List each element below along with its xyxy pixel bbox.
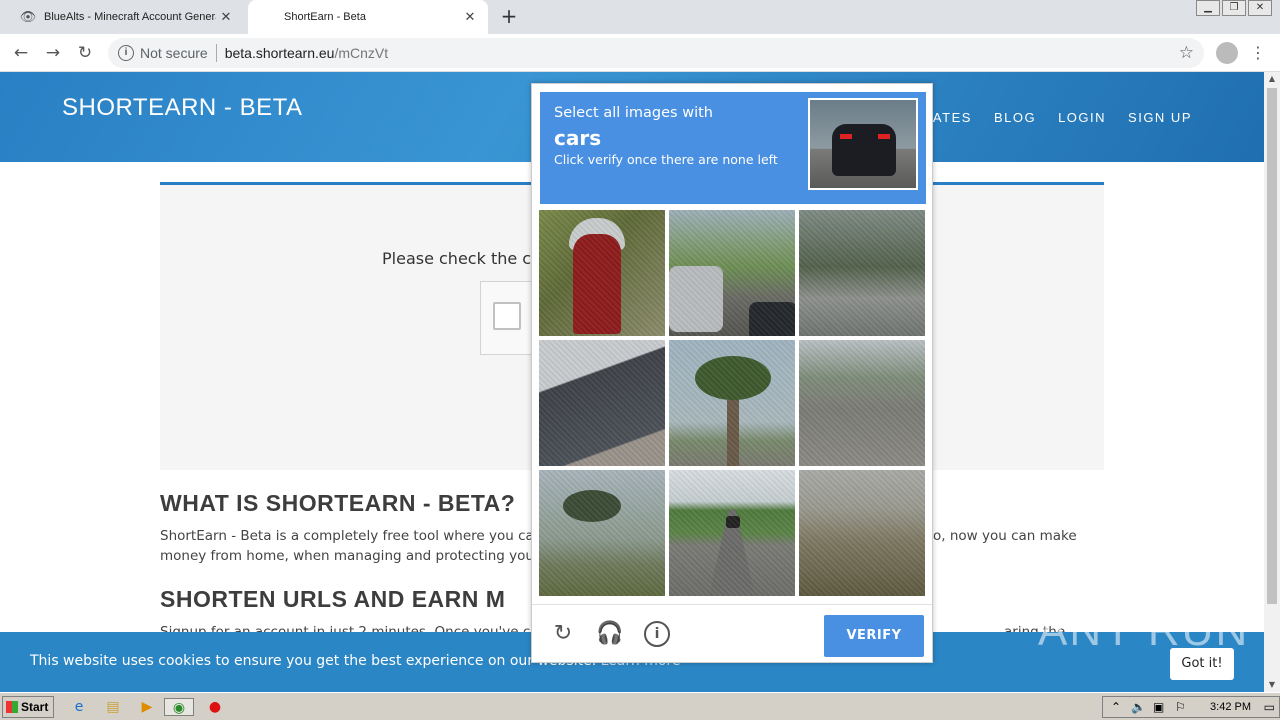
site-brand[interactable]: SHORTEARN - BETA [62, 94, 302, 122]
cookie-text: This website uses cookies to ensure you … [30, 653, 597, 669]
tab-title: BlueAlts - Minecraft Account Generat [44, 11, 216, 23]
sample-car-image [808, 98, 918, 190]
scroll-thumb[interactable] [1267, 88, 1277, 604]
media-player-icon[interactable]: ▶ [138, 698, 156, 716]
info-icon[interactable]: i [118, 45, 134, 61]
image-grid [539, 210, 927, 598]
recaptcha-widget [480, 281, 536, 355]
challenge-target: cars [554, 126, 602, 150]
tab-shortearn[interactable]: ShortEarn - Beta ✕ [248, 0, 488, 34]
volume-icon[interactable]: 🔈 [1131, 697, 1146, 717]
new-tab-button[interactable]: + [498, 5, 520, 27]
scroll-up-icon[interactable]: ▲ [1264, 72, 1280, 86]
tab-bluealts[interactable]: 👁 BlueAlts - Minecraft Account Generat ✕ [8, 0, 244, 34]
challenge-footer: ↻ 🎧 i VERIFY [532, 604, 932, 662]
url-host: beta.shortearn.eu [224, 45, 335, 61]
minimize-button[interactable]: ▁ [1196, 0, 1220, 16]
flag-icon[interactable]: ⚐ [1175, 697, 1186, 717]
image-tile-highway[interactable] [799, 340, 925, 466]
opera-icon[interactable]: ● [206, 698, 224, 716]
image-tile-palm-house[interactable] [539, 470, 665, 596]
nav-blog[interactable]: BLOG [994, 110, 1036, 125]
page-scrollbar[interactable]: ▲ ▼ [1264, 72, 1280, 692]
tab-strip: 👁 BlueAlts - Minecraft Account Generat ✕… [0, 0, 1280, 34]
windows-logo-icon [6, 701, 18, 713]
window-controls: ▁ ❐ ✕ [1194, 0, 1272, 16]
windows-taskbar: Start e ▤ ▶ ◉ ● ⌃ 🔈 ▣ ⚐ 3:42 PM ▭ [0, 692, 1280, 720]
image-tile-parked-cars[interactable] [669, 210, 795, 336]
recaptcha-checkbox[interactable] [493, 302, 521, 330]
close-window-button[interactable]: ✕ [1248, 0, 1272, 16]
scroll-down-icon[interactable]: ▼ [1264, 678, 1280, 692]
image-tile-road-car[interactable] [669, 470, 795, 596]
challenge-instruction: Select all images with [554, 105, 713, 121]
anyrun-watermark: ANY RUN [1038, 606, 1250, 655]
security-label: Not secure [140, 45, 208, 61]
network-icon[interactable]: ▣ [1153, 697, 1164, 717]
tray-arrow-icon[interactable]: ⌃ [1111, 697, 1121, 717]
image-tile-building[interactable] [799, 470, 925, 596]
forward-button[interactable]: → [42, 42, 64, 64]
info-icon[interactable]: i [644, 621, 670, 647]
chrome-icon[interactable]: ◉ [164, 698, 194, 716]
nav-login[interactable]: LOGIN [1058, 110, 1106, 125]
clock: 3:42 PM [1210, 701, 1251, 713]
maximize-button[interactable]: ❐ [1222, 0, 1246, 16]
show-desktop-icon[interactable]: ▭ [1264, 697, 1275, 717]
back-button[interactable]: ← [10, 42, 32, 64]
image-tile-bridge[interactable] [799, 210, 925, 336]
close-icon[interactable]: ✕ [460, 9, 480, 25]
audio-icon[interactable]: 🎧 [596, 621, 623, 647]
bookmark-star-icon[interactable]: ☆ [1179, 43, 1194, 63]
heading-shorten: SHORTEN URLS AND EARN M [160, 586, 506, 612]
recaptcha-challenge: Select all images with cars Click verify… [531, 83, 933, 663]
challenge-header: Select all images with cars Click verify… [540, 92, 926, 204]
reload-button[interactable]: ↻ [74, 42, 96, 64]
url-path: /mCnzVt [334, 45, 389, 61]
nav-signup[interactable]: SIGN UP [1128, 110, 1192, 125]
profile-avatar[interactable] [1216, 42, 1238, 64]
image-tile-palm[interactable] [669, 340, 795, 466]
close-icon[interactable]: ✕ [216, 9, 236, 25]
image-tile-hydrant[interactable] [539, 210, 665, 336]
ie-icon[interactable]: e [70, 698, 88, 716]
top-nav: RATES BLOG LOGIN SIGN UP [922, 110, 1192, 125]
card-message: Please check the ca [382, 249, 541, 268]
reload-icon[interactable]: ↻ [550, 621, 576, 647]
heading-what-is: WHAT IS SHORTEARN - BETA? [160, 490, 516, 516]
start-button[interactable]: Start [2, 696, 54, 718]
verify-button[interactable]: VERIFY [824, 615, 924, 657]
address-bar[interactable]: i Not secure beta.shortearn.eu/mCnzVt ☆ [108, 38, 1204, 68]
browser-toolbar: ← → ↻ i Not secure beta.shortearn.eu/mCn… [0, 34, 1280, 72]
eye-icon: 👁 [19, 9, 37, 24]
image-tile-roof[interactable] [539, 340, 665, 466]
menu-icon[interactable]: ⋮ [1250, 42, 1266, 64]
folder-icon[interactable]: ▤ [104, 698, 122, 716]
system-tray: ⌃ 🔈 ▣ ⚐ 3:42 PM ▭ [1102, 696, 1280, 718]
tab-title: ShortEarn - Beta [284, 11, 366, 23]
challenge-hint: Click verify once there are none left [554, 152, 778, 167]
